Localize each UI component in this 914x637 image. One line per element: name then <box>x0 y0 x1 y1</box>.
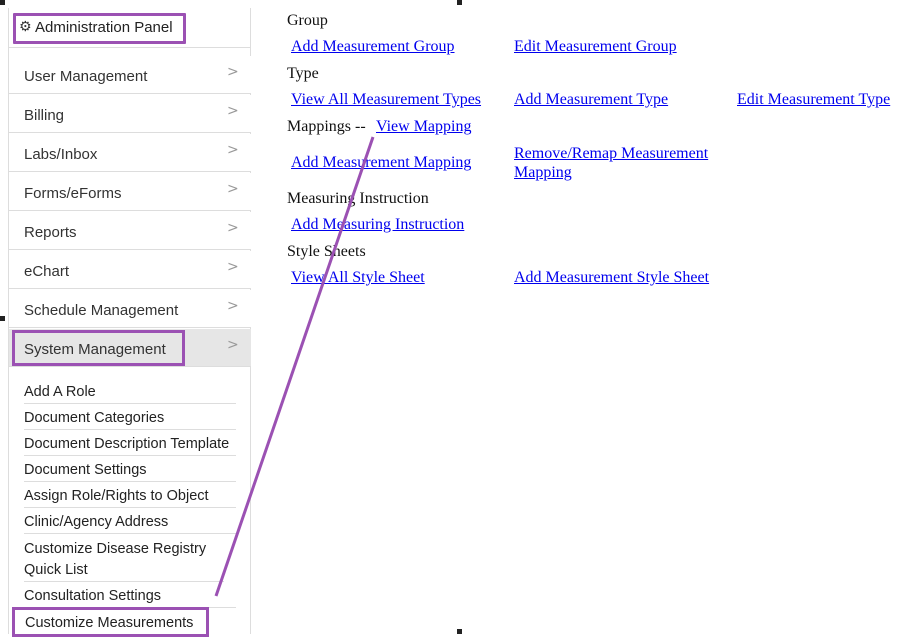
edge-marker <box>457 0 462 5</box>
view-all-measurement-types-link[interactable]: View All Measurement Types <box>291 91 481 109</box>
remove-remap-measurement-mapping-link[interactable]: Remove/Remap Measurement Mapping <box>514 144 708 182</box>
sidebar-item-label: Labs/Inbox <box>24 146 98 163</box>
submenu-item-customize-measurements[interactable]: Customize Measurements <box>12 607 209 637</box>
submenu-item-document-description-template[interactable]: Document Description Template <box>24 434 236 456</box>
mappings-heading: Mappings -- <box>287 118 366 135</box>
sidebar: ⚙ Administration Panel User Management >… <box>8 8 251 637</box>
add-measurement-group-link[interactable]: Add Measurement Group <box>291 38 455 56</box>
sidebar-item-label: User Management <box>24 68 148 85</box>
style-sheets-heading: Style Sheets <box>287 243 366 260</box>
group-heading: Group <box>287 12 328 29</box>
edge-marker <box>457 629 462 634</box>
sidebar-item-label: Billing <box>24 107 65 124</box>
submenu-item-document-settings[interactable]: Document Settings <box>24 460 236 482</box>
submenu-item-consultation-settings[interactable]: Consultation Settings <box>24 586 236 608</box>
edit-measurement-type-link[interactable]: Edit Measurement Type <box>737 91 890 109</box>
chevron-right-icon: > <box>227 220 239 236</box>
measuring-instruction-heading: Measuring Instruction <box>287 190 429 207</box>
chevron-right-icon: > <box>227 142 239 158</box>
sidebar-item-schedule-management[interactable]: Schedule Management > <box>9 290 251 328</box>
link-line: Mapping <box>514 164 572 181</box>
gear-icon: ⚙ <box>19 19 32 35</box>
submenu-item-assign-role-rights[interactable]: Assign Role/Rights to Object <box>24 486 236 508</box>
sidebar-item-labs-inbox[interactable]: Labs/Inbox > <box>9 134 251 172</box>
type-heading: Type <box>287 65 319 82</box>
chevron-right-icon: > <box>227 298 239 314</box>
chevron-right-icon: > <box>227 64 239 80</box>
sidebar-item-forms-eforms[interactable]: Forms/eForms > <box>9 173 251 211</box>
chevron-right-icon: > <box>227 259 239 275</box>
sidebar-item-label: System Management <box>24 341 166 358</box>
sidebar-item-system-management[interactable]: System Management > <box>9 329 251 367</box>
app-window: ⚙ Administration Panel User Management >… <box>0 0 914 637</box>
add-measuring-instruction-link[interactable]: Add Measuring Instruction <box>291 216 464 234</box>
sidebar-item-user-management[interactable]: User Management > <box>9 56 251 94</box>
sidebar-item-label: eChart <box>24 263 70 280</box>
sidebar-item-label: Forms/eForms <box>24 185 122 202</box>
submenu-item-add-a-role[interactable]: Add A Role <box>24 382 236 404</box>
corner-marker <box>0 0 5 5</box>
view-all-style-sheet-link[interactable]: View All Style Sheet <box>291 269 425 287</box>
main-content: Group Add Measurement Group Edit Measure… <box>255 0 914 634</box>
edit-measurement-group-link[interactable]: Edit Measurement Group <box>514 38 677 56</box>
add-measurement-type-link[interactable]: Add Measurement Type <box>514 91 668 109</box>
chevron-right-icon: > <box>227 103 239 119</box>
sidebar-item-label: Schedule Management <box>24 302 179 319</box>
add-measurement-style-sheet-link[interactable]: Add Measurement Style Sheet <box>514 269 709 287</box>
submenu-item-customize-disease-registry[interactable]: Customize Disease Registry Quick List <box>24 539 224 582</box>
chevron-right-icon: > <box>227 181 239 197</box>
edge-marker <box>0 316 5 321</box>
sidebar-item-echart[interactable]: eChart > <box>9 251 251 289</box>
view-mapping-link[interactable]: View Mapping <box>376 118 471 136</box>
submenu-item-document-categories[interactable]: Document Categories <box>24 408 236 430</box>
submenu-item-clinic-agency-address[interactable]: Clinic/Agency Address <box>24 512 236 534</box>
add-measurement-mapping-link[interactable]: Add Measurement Mapping <box>291 154 471 172</box>
sidebar-header[interactable]: ⚙ Administration Panel <box>9 8 251 48</box>
sidebar-item-label: Reports <box>24 224 77 241</box>
link-line: Remove/Remap Measurement <box>514 145 709 162</box>
sidebar-item-billing[interactable]: Billing > <box>9 95 251 133</box>
sidebar-title: Administration Panel <box>35 19 173 36</box>
chevron-right-icon: > <box>227 337 239 353</box>
sidebar-item-reports[interactable]: Reports > <box>9 212 251 250</box>
